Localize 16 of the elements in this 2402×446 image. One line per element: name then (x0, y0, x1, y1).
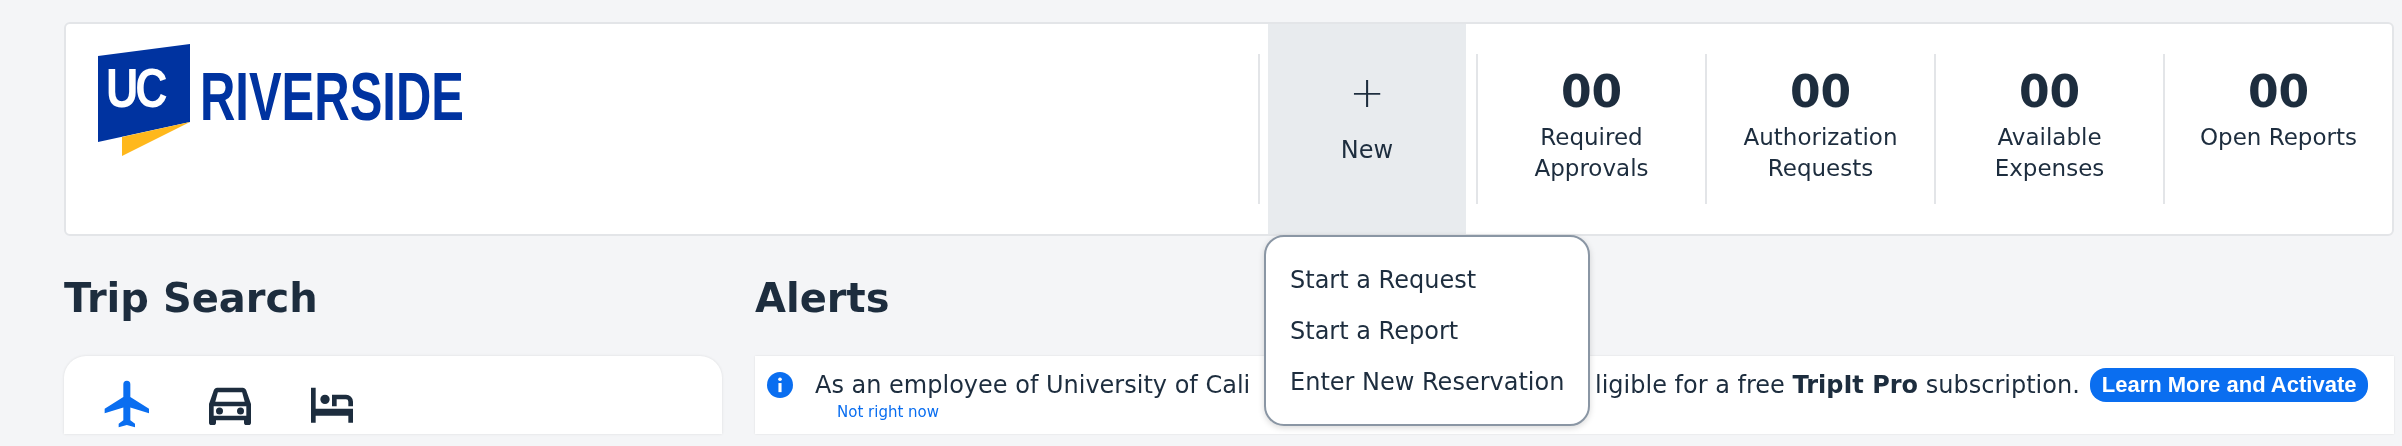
stat-tile[interactable]: 00 Required Approvals (1478, 28, 1705, 230)
stat-tile[interactable]: 00 Open Reports (2165, 28, 2392, 230)
section-heading: Alerts (755, 278, 890, 318)
stat-tile[interactable]: 00 Available Expenses (1936, 28, 2163, 230)
logo-mark: UC (98, 44, 190, 156)
logo-wordmark: RIVERSIDE (200, 62, 464, 130)
learn-more-button[interactable]: Learn More and Activate (2089, 368, 2369, 402)
alert-text: ligible for a free TripIt Pro subscription. (1595, 371, 2080, 399)
stat-tile[interactable]: 00 Authorization Requests (1707, 28, 1934, 230)
menu-item[interactable]: Start a Report (1266, 306, 1588, 357)
not-now-link[interactable]: Not right now (837, 404, 939, 421)
alert-text: As an employee of University of Cali (815, 371, 1251, 399)
new-button[interactable]: + New (1268, 24, 1466, 234)
info-icon (767, 372, 793, 398)
menu-item[interactable]: Enter New Reservation (1266, 357, 1588, 408)
menu-item[interactable]: Start a Request (1266, 255, 1588, 306)
